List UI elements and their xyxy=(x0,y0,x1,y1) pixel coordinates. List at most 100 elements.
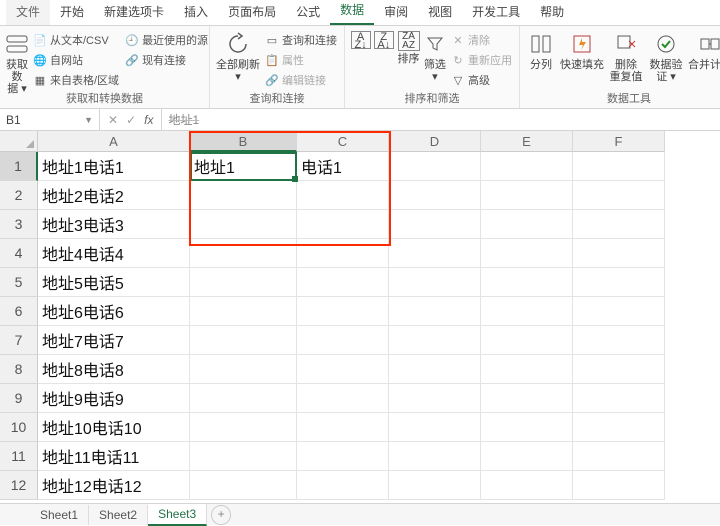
cell-B1[interactable]: 地址1 xyxy=(190,152,297,181)
cell-C3[interactable] xyxy=(297,210,389,239)
advanced-filter-button[interactable]: ▽高级 xyxy=(448,70,515,90)
reapply-button[interactable]: ↻重新应用 xyxy=(448,50,515,70)
cell-A11[interactable]: 地址11电话11 xyxy=(38,442,190,471)
clear-filter-button[interactable]: ✕清除 xyxy=(448,30,515,50)
row-header-7[interactable]: 7 xyxy=(0,326,38,355)
row-header-3[interactable]: 3 xyxy=(0,210,38,239)
cell-C1[interactable]: 电话1 xyxy=(297,152,389,181)
tab-insert[interactable]: 插入 xyxy=(174,0,218,25)
row-header-6[interactable]: 6 xyxy=(0,297,38,326)
cell-A9[interactable]: 地址9电话9 xyxy=(38,384,190,413)
cell-grid[interactable]: 地址1电话1地址1电话1地址2电话2地址3电话3地址4电话4地址5电话5地址6电… xyxy=(38,152,720,508)
cell-A8[interactable]: 地址8电话8 xyxy=(38,355,190,384)
cell-E12[interactable] xyxy=(481,471,573,500)
cell-D5[interactable] xyxy=(389,268,481,297)
cell-C8[interactable] xyxy=(297,355,389,384)
tab-help[interactable]: 帮助 xyxy=(530,0,574,25)
cell-F2[interactable] xyxy=(573,181,665,210)
cell-D3[interactable] xyxy=(389,210,481,239)
cell-E8[interactable] xyxy=(481,355,573,384)
cell-D10[interactable] xyxy=(389,413,481,442)
tab-formula[interactable]: 公式 xyxy=(286,0,330,25)
cancel-icon[interactable]: ✕ xyxy=(108,113,118,127)
tab-home[interactable]: 开始 xyxy=(50,0,94,25)
tab-data[interactable]: 数据 xyxy=(330,0,374,25)
column-header-A[interactable]: A xyxy=(38,131,190,152)
edit-links-button[interactable]: 🔗编辑链接 xyxy=(262,70,340,90)
cell-E9[interactable] xyxy=(481,384,573,413)
cell-A12[interactable]: 地址12电话12 xyxy=(38,471,190,500)
tab-newtab[interactable]: 新建选项卡 xyxy=(94,0,174,25)
column-header-B[interactable]: B xyxy=(190,131,297,152)
fx-icon[interactable]: fx xyxy=(144,113,153,127)
cell-A7[interactable]: 地址7电话7 xyxy=(38,326,190,355)
cell-B12[interactable] xyxy=(190,471,297,500)
recent-sources-button[interactable]: 🕘最近使用的源 xyxy=(122,30,211,50)
tab-review[interactable]: 审阅 xyxy=(374,0,418,25)
cell-E4[interactable] xyxy=(481,239,573,268)
cell-B7[interactable] xyxy=(190,326,297,355)
tab-view[interactable]: 视图 xyxy=(418,0,462,25)
existing-conn-button[interactable]: 🔗现有连接 xyxy=(122,50,211,70)
cell-F7[interactable] xyxy=(573,326,665,355)
cell-A3[interactable]: 地址3电话3 xyxy=(38,210,190,239)
cell-D8[interactable] xyxy=(389,355,481,384)
column-header-E[interactable]: E xyxy=(481,131,573,152)
cell-F3[interactable] xyxy=(573,210,665,239)
tab-layout[interactable]: 页面布局 xyxy=(218,0,286,25)
row-header-10[interactable]: 10 xyxy=(0,413,38,442)
add-sheet-button[interactable]: + xyxy=(211,505,231,525)
tab-file[interactable]: 文件 xyxy=(6,0,50,25)
cell-B6[interactable] xyxy=(190,297,297,326)
cell-E1[interactable] xyxy=(481,152,573,181)
cell-B11[interactable] xyxy=(190,442,297,471)
row-header-12[interactable]: 12 xyxy=(0,471,38,500)
row-header-1[interactable]: 1 xyxy=(0,152,38,181)
cell-B9[interactable] xyxy=(190,384,297,413)
cell-A10[interactable]: 地址10电话10 xyxy=(38,413,190,442)
cell-D9[interactable] xyxy=(389,384,481,413)
cell-C7[interactable] xyxy=(297,326,389,355)
cell-A4[interactable]: 地址4电话4 xyxy=(38,239,190,268)
cell-A6[interactable]: 地址6电话6 xyxy=(38,297,190,326)
sheet-tab-2[interactable]: Sheet2 xyxy=(89,505,148,525)
cell-D6[interactable] xyxy=(389,297,481,326)
cell-D7[interactable] xyxy=(389,326,481,355)
cell-F11[interactable] xyxy=(573,442,665,471)
row-header-5[interactable]: 5 xyxy=(0,268,38,297)
cell-B2[interactable] xyxy=(190,181,297,210)
cell-F4[interactable] xyxy=(573,239,665,268)
row-header-4[interactable]: 4 xyxy=(0,239,38,268)
from-range-button[interactable]: ▦来自表格/区域 xyxy=(30,70,122,90)
cell-F6[interactable] xyxy=(573,297,665,326)
sheet-tab-1[interactable]: Sheet1 xyxy=(30,505,89,525)
cell-B5[interactable] xyxy=(190,268,297,297)
cell-B8[interactable] xyxy=(190,355,297,384)
formula-input[interactable]: 地址1 xyxy=(162,109,720,130)
cell-A2[interactable]: 地址2电话2 xyxy=(38,181,190,210)
cell-D2[interactable] xyxy=(389,181,481,210)
cell-F8[interactable] xyxy=(573,355,665,384)
cell-A5[interactable]: 地址5电话5 xyxy=(38,268,190,297)
row-header-11[interactable]: 11 xyxy=(0,442,38,471)
cell-C6[interactable] xyxy=(297,297,389,326)
cell-E5[interactable] xyxy=(481,268,573,297)
column-header-D[interactable]: D xyxy=(389,131,481,152)
cell-B10[interactable] xyxy=(190,413,297,442)
cell-E6[interactable] xyxy=(481,297,573,326)
cell-C5[interactable] xyxy=(297,268,389,297)
cell-F10[interactable] xyxy=(573,413,665,442)
cell-B3[interactable] xyxy=(190,210,297,239)
row-header-2[interactable]: 2 xyxy=(0,181,38,210)
from-csv-button[interactable]: 📄从文本/CSV xyxy=(30,30,122,50)
cell-C9[interactable] xyxy=(297,384,389,413)
row-header-8[interactable]: 8 xyxy=(0,355,38,384)
column-header-C[interactable]: C xyxy=(297,131,389,152)
cell-C11[interactable] xyxy=(297,442,389,471)
sheet-tab-3[interactable]: Sheet3 xyxy=(148,504,207,526)
cell-F1[interactable] xyxy=(573,152,665,181)
confirm-icon[interactable]: ✓ xyxy=(126,113,136,127)
cell-C12[interactable] xyxy=(297,471,389,500)
cell-D1[interactable] xyxy=(389,152,481,181)
column-header-F[interactable]: F xyxy=(573,131,665,152)
